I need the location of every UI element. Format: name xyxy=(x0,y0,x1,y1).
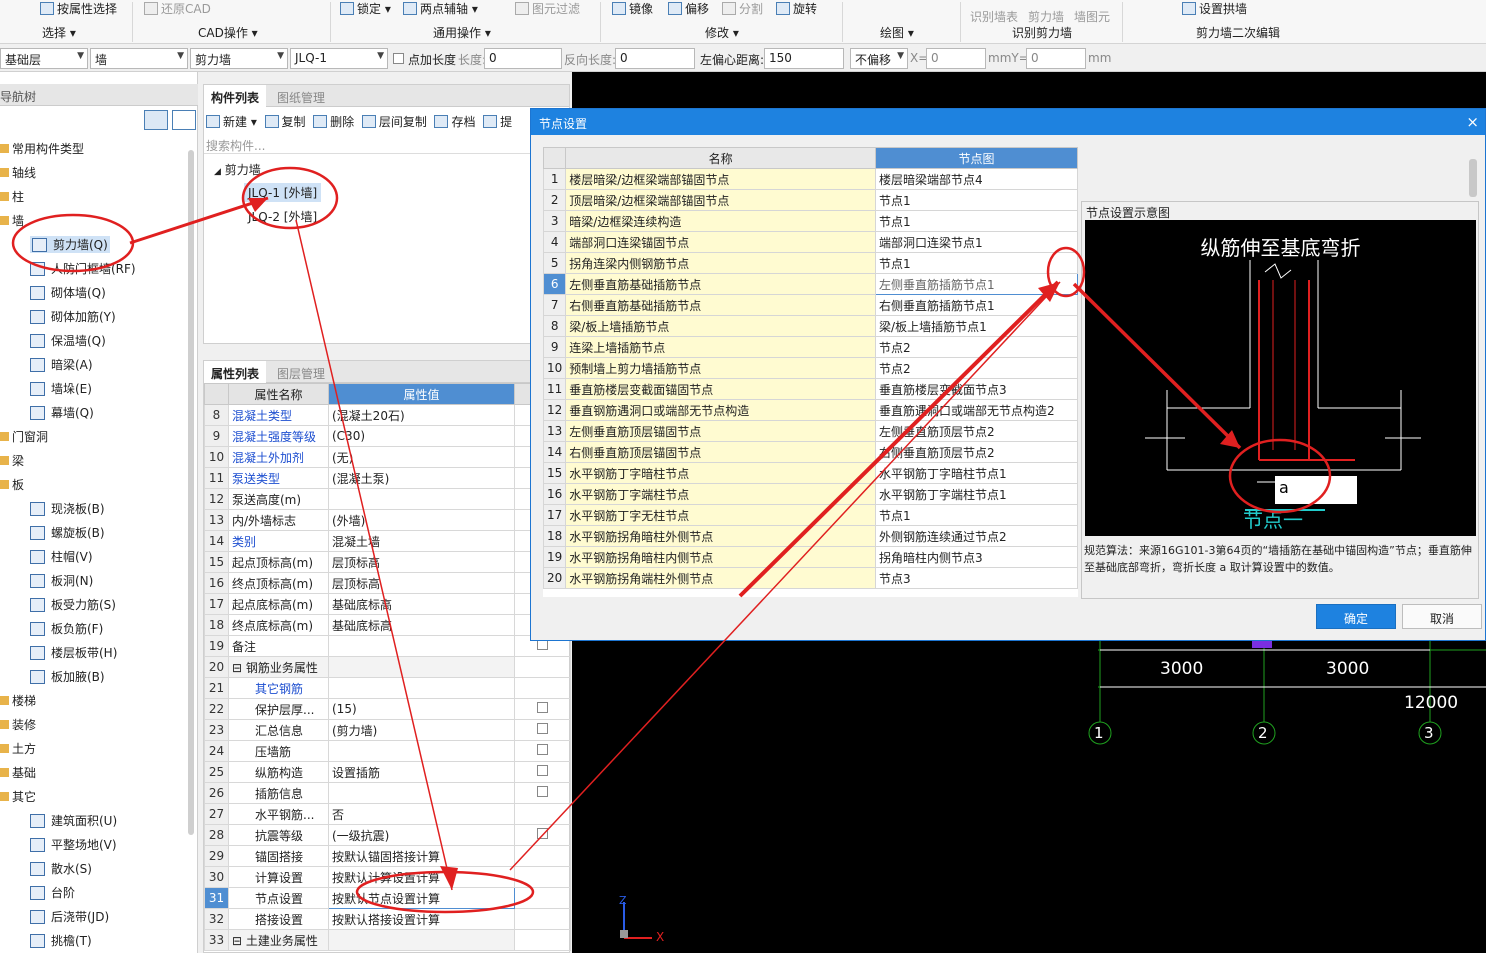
annotation-overlay xyxy=(11,166,1332,914)
